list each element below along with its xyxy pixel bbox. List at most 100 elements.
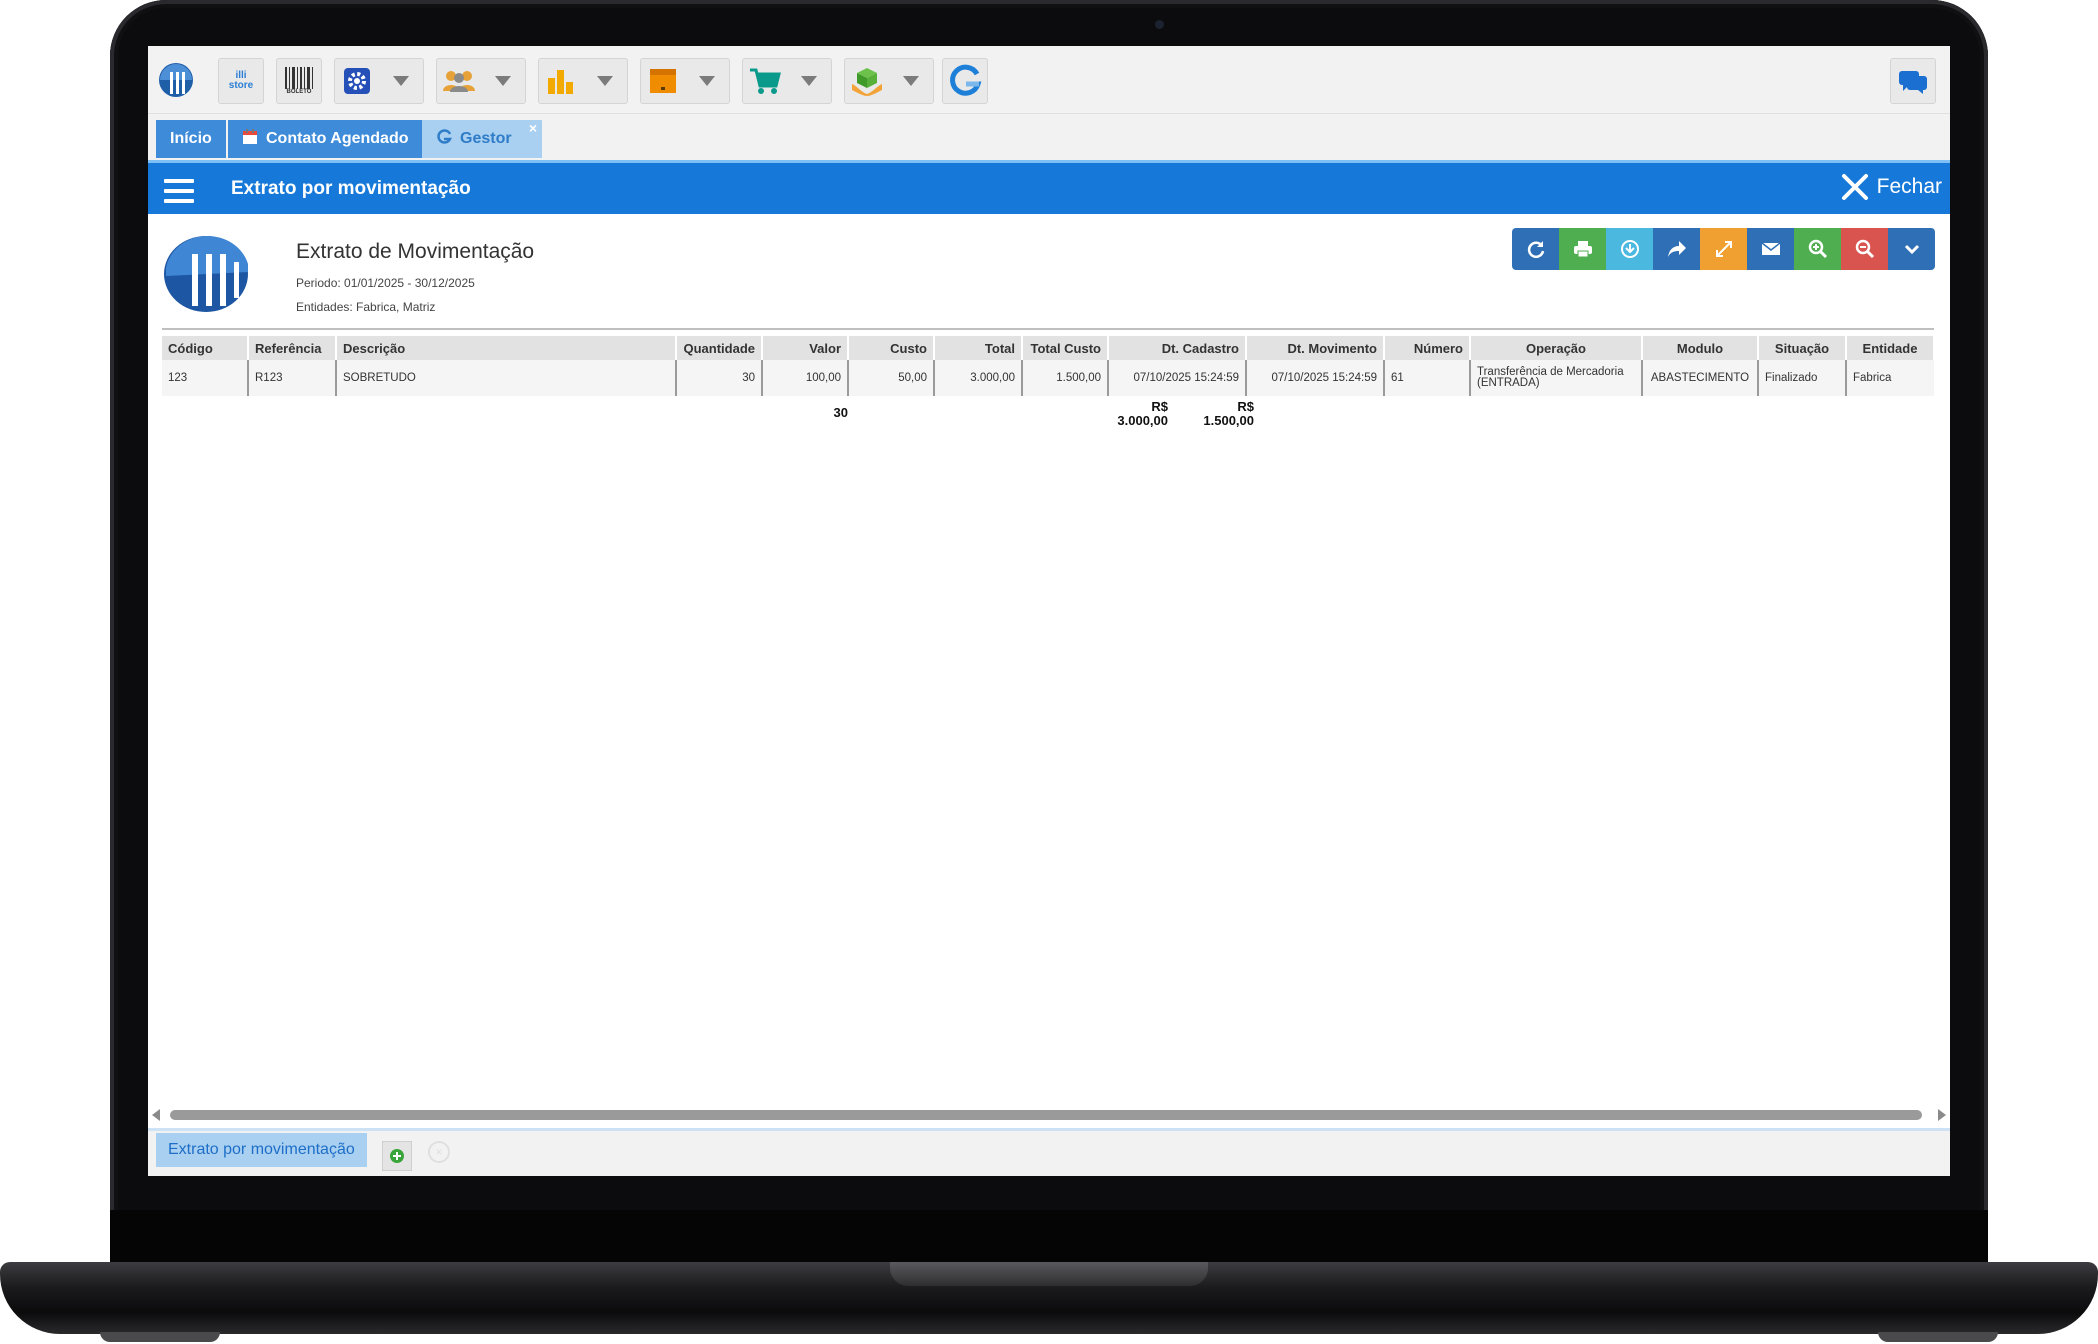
users-icon <box>437 59 480 103</box>
plus-circle-icon <box>390 1149 404 1163</box>
column-header[interactable]: Descrição <box>336 336 677 360</box>
cell-custo: 50,00 <box>848 360 935 396</box>
app-screen: illi store BOLETO Início Contato Agendad… <box>148 46 1950 1176</box>
share-button[interactable] <box>1653 228 1700 270</box>
column-header[interactable]: Referência <box>248 336 337 360</box>
boleto-button[interactable]: BOLETO <box>276 58 322 104</box>
close-button[interactable]: Fechar <box>1841 173 1942 201</box>
tab-contato-agendado[interactable]: Contato Agendado <box>228 120 423 158</box>
laptop-foot-left <box>100 1332 220 1342</box>
zoom-in-button[interactable] <box>1794 228 1841 270</box>
scroll-right-arrow-icon[interactable] <box>1938 1109 1946 1121</box>
box-icon <box>641 59 684 103</box>
cell-modulo: ABASTECIMENTO <box>1642 360 1759 396</box>
reports-menu-button[interactable] <box>538 58 628 104</box>
tab-gestor[interactable]: Gestor × <box>422 120 542 158</box>
stock-menu-button[interactable] <box>640 58 730 104</box>
hand-box-icon <box>845 59 888 103</box>
store-button[interactable]: illi store <box>218 58 264 104</box>
more-options-button[interactable] <box>1888 228 1935 270</box>
download-button[interactable] <box>1606 228 1653 270</box>
chat-bubbles-icon <box>1891 59 1935 103</box>
envelope-icon <box>1761 242 1780 255</box>
app-logo-icon[interactable] <box>156 60 196 100</box>
cell-codigo: 123 <box>162 360 249 396</box>
close-icon <box>1841 174 1868 200</box>
zoom-out-button[interactable] <box>1841 228 1888 270</box>
close-label: Fechar <box>1876 175 1942 198</box>
refresh-button[interactable] <box>1512 228 1559 270</box>
cell-descricao: SOBRETUDO <box>336 360 677 396</box>
gestor-g-icon <box>436 128 452 150</box>
delivery-menu-button[interactable] <box>844 58 934 104</box>
column-header[interactable]: Operação <box>1470 336 1643 360</box>
report-divider <box>162 328 1934 330</box>
report-period: Periodo: 01/01/2025 - 30/12/2025 <box>296 276 475 290</box>
page-header: Extrato por movimentação Fechar <box>148 160 1950 214</box>
chevron-down-icon <box>1904 244 1919 255</box>
sales-menu-button[interactable] <box>742 58 832 104</box>
chevron-down-icon <box>888 59 933 103</box>
chevron-down-icon <box>582 59 627 103</box>
bottom-tab-extrato[interactable]: Extrato por movimentação <box>156 1133 367 1167</box>
share-arrow-icon <box>1667 241 1686 257</box>
zoom-in-icon <box>1808 239 1827 259</box>
column-header[interactable]: Dt. Movimento <box>1246 336 1385 360</box>
total-custo-value: R$ 1.500,00 <box>1114 400 1254 428</box>
gear-icon <box>335 59 378 103</box>
scrollbar-thumb[interactable] <box>170 1110 1922 1120</box>
cell-entidade: Fabrica <box>1846 360 1934 396</box>
cell-situacao: Finalizado <box>1758 360 1847 396</box>
gestor-button[interactable] <box>942 58 988 104</box>
column-header[interactable]: Número <box>1384 336 1471 360</box>
cell-valor: 100,00 <box>762 360 849 396</box>
top-toolbar: illi store BOLETO <box>148 46 1950 114</box>
column-header[interactable]: Código <box>162 336 249 360</box>
column-header[interactable]: Total <box>934 336 1023 360</box>
gestor-g-icon <box>943 59 987 103</box>
scroll-left-arrow-icon[interactable] <box>152 1109 160 1121</box>
column-header[interactable]: Entidade <box>1846 336 1935 360</box>
print-button[interactable] <box>1559 228 1606 270</box>
fullscreen-button[interactable] <box>1700 228 1747 270</box>
column-header[interactable]: Modulo <box>1642 336 1759 360</box>
horizontal-scrollbar[interactable] <box>148 1108 1950 1122</box>
people-menu-button[interactable] <box>436 58 526 104</box>
barcode-icon: BOLETO <box>277 59 321 103</box>
expand-icon <box>1715 241 1732 257</box>
email-button[interactable] <box>1747 228 1794 270</box>
page-title: Extrato por movimentação <box>231 178 471 199</box>
refresh-icon <box>1527 241 1544 258</box>
calendar-icon <box>242 128 258 150</box>
total-quantidade: 30 <box>833 405 848 420</box>
column-header[interactable]: Valor <box>762 336 849 360</box>
column-header[interactable]: Custo <box>848 336 935 360</box>
printer-icon <box>1573 241 1592 258</box>
tab-strip: Início Contato Agendado Gestor × <box>148 114 1950 160</box>
zoom-out-icon <box>1855 239 1874 259</box>
column-header[interactable]: Dt. Cadastro <box>1108 336 1247 360</box>
tab-inicio[interactable]: Início <box>156 120 226 158</box>
report-actions <box>1512 228 1935 270</box>
hamburger-menu-icon[interactable] <box>164 179 194 203</box>
column-header[interactable]: Situação <box>1758 336 1847 360</box>
laptop-frame: illi store BOLETO Início Contato Agendad… <box>0 0 2098 1344</box>
lid-notch <box>890 1262 1208 1286</box>
tab-label: Contato Agendado <box>266 130 409 147</box>
tab-label: Início <box>170 130 212 147</box>
store-icon: illi store <box>228 70 254 91</box>
bezel-chin <box>110 1210 1988 1270</box>
chevron-down-icon <box>684 59 729 103</box>
chevron-down-icon <box>480 59 525 103</box>
settings-menu-button[interactable] <box>334 58 424 104</box>
column-header[interactable]: Total Custo <box>1022 336 1109 360</box>
chat-button[interactable] <box>1890 58 1936 104</box>
add-tab-button[interactable] <box>382 1141 412 1171</box>
column-header[interactable]: Quantidade <box>676 336 763 360</box>
table-row[interactable]: 123 R123 SOBRETUDO 30 100,00 50,00 3.000… <box>162 360 1934 396</box>
close-tab-icon[interactable]: × <box>529 120 537 136</box>
cell-total: 3.000,00 <box>934 360 1023 396</box>
report-title: Extrato de Movimentação <box>296 240 535 263</box>
bar-chart-icon <box>539 59 582 103</box>
close-tab-icon[interactable]: × <box>428 1141 450 1163</box>
